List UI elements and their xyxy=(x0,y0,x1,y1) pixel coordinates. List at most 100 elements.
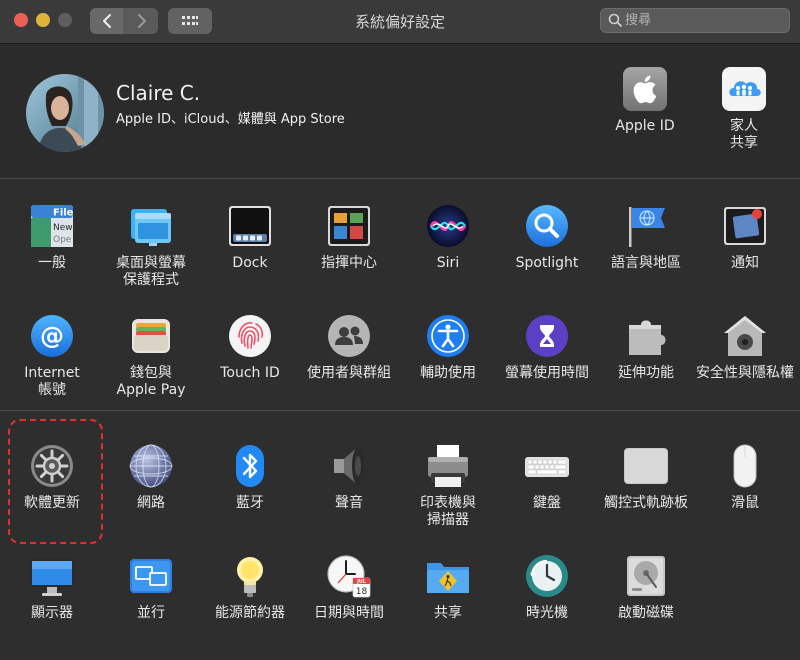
zoom-window-button[interactable] xyxy=(58,13,72,27)
pref-label: 顯示器 xyxy=(31,605,73,621)
pref-label: 軟體更新 xyxy=(24,495,80,511)
pref-sharing[interactable]: 共享 xyxy=(399,553,497,622)
date-time-icon: JUL 18 xyxy=(326,553,372,599)
pref-startup-disk[interactable]: 啟動磁碟 xyxy=(597,553,695,622)
pref-siri[interactable]: Siri xyxy=(399,203,497,272)
pref-label: 印表機與 掃描器 xyxy=(420,495,476,528)
trackpad-icon xyxy=(623,443,669,489)
sound-icon xyxy=(326,443,372,489)
family-sharing-icon xyxy=(721,66,767,112)
window-title: 系統偏好設定 xyxy=(354,13,445,31)
pref-trackpad[interactable]: 觸控式軌跡板 xyxy=(597,443,695,512)
minimize-window-button[interactable] xyxy=(36,13,50,27)
show-all-button[interactable] xyxy=(168,8,212,34)
pref-dock[interactable]: Dock xyxy=(201,203,299,272)
pref-touch-id[interactable]: Touch ID xyxy=(201,313,299,382)
pref-label: 延伸功能 xyxy=(618,365,674,381)
pref-sidecar[interactable]: 並行 xyxy=(102,553,200,622)
pref-label: Spotlight xyxy=(515,255,579,271)
accessibility-icon xyxy=(425,313,471,359)
pref-label: 觸控式軌跡板 xyxy=(604,495,688,511)
pref-label: 輔助使用 xyxy=(420,365,476,381)
pref-spotlight[interactable]: Spotlight xyxy=(498,203,596,272)
close-window-button[interactable] xyxy=(14,13,28,27)
pref-security-privacy[interactable]: 安全性與隱私權 xyxy=(696,313,794,382)
pref-screen-time[interactable]: 螢幕使用時間 xyxy=(498,313,596,382)
pref-internet-accounts[interactable]: @ Internet 帳號 xyxy=(3,313,101,399)
pref-printers-scanners[interactable]: 印表機與 掃描器 xyxy=(399,443,497,529)
pref-wallet-apple-pay[interactable]: 錢包與 Apple Pay xyxy=(102,313,200,399)
pref-label: 一般 xyxy=(38,255,66,271)
pref-bluetooth[interactable]: 藍牙 xyxy=(201,443,299,512)
pref-software-update[interactable]: 軟體更新 xyxy=(3,443,101,512)
pref-label: 安全性與隱私權 xyxy=(696,365,794,381)
avatar[interactable] xyxy=(26,74,104,152)
back-button[interactable] xyxy=(90,8,123,34)
pref-label: 並行 xyxy=(137,605,165,621)
language-region-icon xyxy=(623,203,669,249)
pref-mission-control[interactable]: 指揮中心 xyxy=(300,203,398,272)
preferences-section-hardware: 軟體更新 網路 藍牙 聲音 印表機與 掃描器 鍵盤 觸控式軌跡板 滑鼠 顯示器 … xyxy=(0,411,800,660)
pref-desktop-screensaver[interactable]: 桌面與螢幕 保護程式 xyxy=(102,203,200,289)
pref-general[interactable]: File New Ope 一般 xyxy=(3,203,101,272)
pref-energy-saver[interactable]: 能源節約器 xyxy=(201,553,299,622)
pref-date-time[interactable]: JUL 18 日期與時間 xyxy=(300,553,398,622)
search-field[interactable] xyxy=(600,8,790,33)
account-name: Claire C. xyxy=(116,81,201,105)
sidecar-icon xyxy=(128,553,174,599)
pref-users-groups[interactable]: 使用者與群組 xyxy=(300,313,398,382)
startup-disk-icon xyxy=(623,553,669,599)
internet-accounts-icon: @ xyxy=(29,313,75,359)
apple-logo-icon xyxy=(622,66,668,112)
keyboard-icon xyxy=(524,443,570,489)
search-icon xyxy=(608,13,622,27)
bluetooth-icon xyxy=(227,443,273,489)
general-icon: File New Ope xyxy=(29,203,75,249)
navigation-buttons xyxy=(90,8,158,34)
pref-label: 桌面與螢幕 保護程式 xyxy=(116,255,186,288)
pref-label: 能源節約器 xyxy=(215,605,285,621)
notifications-icon xyxy=(722,203,768,249)
pref-label: 共享 xyxy=(434,605,462,621)
users-groups-icon xyxy=(326,313,372,359)
forward-button[interactable] xyxy=(125,8,158,34)
pref-notifications[interactable]: 通知 xyxy=(696,203,794,272)
mission-control-icon xyxy=(326,203,372,249)
pref-displays[interactable]: 顯示器 xyxy=(3,553,101,622)
pref-extensions[interactable]: 延伸功能 xyxy=(597,313,695,382)
pref-label: Dock xyxy=(232,255,268,271)
pref-label: 鍵盤 xyxy=(533,495,561,511)
pref-label: 網路 xyxy=(137,495,165,511)
pref-apple-id[interactable]: Apple ID xyxy=(596,66,694,135)
pref-label: 錢包與 Apple Pay xyxy=(116,365,186,398)
apple-id-section: Claire C. Apple ID、iCloud、媒體與 App Store … xyxy=(0,44,800,179)
chevron-left-icon xyxy=(102,14,111,28)
pref-network[interactable]: 網路 xyxy=(102,443,200,512)
system-preferences-window: 系統偏好設定 Claire C. Apple ID、iCloud、媒體與 App… xyxy=(0,0,800,660)
desktop-screensaver-icon xyxy=(128,203,174,249)
pref-time-machine[interactable]: 時光機 xyxy=(498,553,596,622)
pref-family-sharing[interactable]: 家人 共享 xyxy=(695,66,793,152)
software-update-icon xyxy=(29,443,75,489)
energy-saver-icon xyxy=(227,553,273,599)
fingerprint-icon xyxy=(227,313,273,359)
search-input[interactable] xyxy=(625,11,785,30)
pref-mouse[interactable]: 滑鼠 xyxy=(696,443,794,512)
pref-label: Apple ID xyxy=(615,118,675,134)
chevron-right-icon xyxy=(137,14,146,28)
pref-label: 日期與時間 xyxy=(314,605,384,621)
svg-text:@: @ xyxy=(40,322,64,350)
mouse-icon xyxy=(722,443,768,489)
pref-label: 時光機 xyxy=(526,605,568,621)
pref-sound[interactable]: 聲音 xyxy=(300,443,398,512)
pref-keyboard[interactable]: 鍵盤 xyxy=(498,443,596,512)
network-icon xyxy=(128,443,174,489)
pref-label: 螢幕使用時間 xyxy=(505,365,589,381)
pref-language-region[interactable]: 語言與地區 xyxy=(597,203,695,272)
pref-label: Internet 帳號 xyxy=(24,365,80,398)
general-icon-text-file: File xyxy=(53,208,74,219)
pref-accessibility[interactable]: 輔助使用 xyxy=(399,313,497,382)
pref-label: 通知 xyxy=(731,255,759,271)
dock-icon xyxy=(227,203,273,249)
pref-label: 使用者與群組 xyxy=(307,365,391,381)
